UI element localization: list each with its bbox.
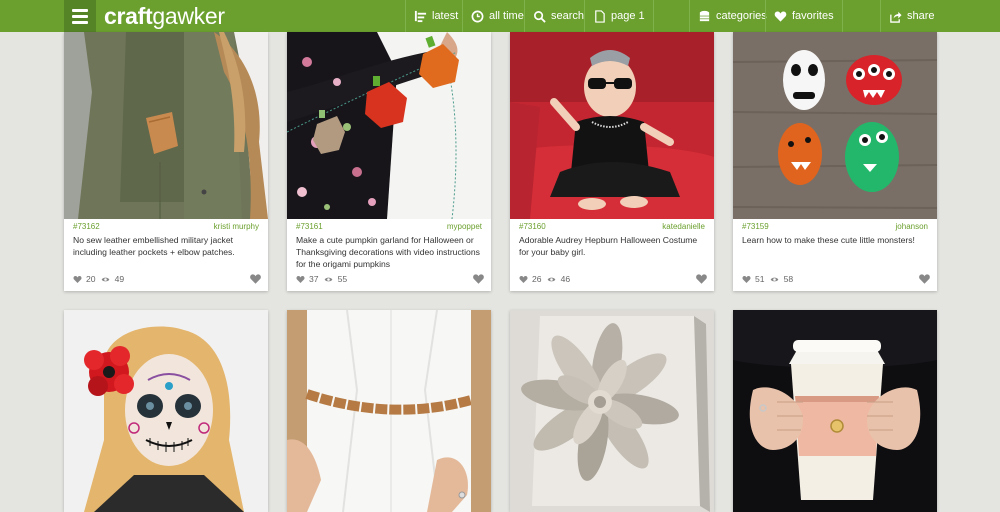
favorite-heart-icon[interactable] (472, 273, 485, 285)
likes-count: 26 (532, 274, 542, 284)
favorite-heart-icon[interactable] (918, 273, 931, 285)
post-card[interactable] (733, 310, 937, 512)
post-stats: 26 46 (519, 274, 570, 284)
eye-icon (547, 277, 555, 281)
database-icon (699, 10, 710, 21)
post-id[interactable]: #73159 (742, 222, 769, 231)
post-description[interactable]: Learn how to make these cute little mons… (742, 234, 928, 246)
post-card[interactable] (287, 310, 491, 512)
nav-favorites[interactable]: favorites (765, 0, 843, 32)
views-count: 46 (560, 274, 571, 284)
menu-icon[interactable] (64, 0, 96, 32)
post-card[interactable]: #73162 kristi murphy No sew leather embe… (64, 32, 268, 291)
nav-search[interactable]: search (524, 0, 592, 32)
clock-icon (471, 10, 484, 22)
eye-icon (770, 277, 778, 281)
post-thumbnail[interactable] (287, 310, 491, 512)
post-thumbnail[interactable] (64, 310, 268, 512)
eye-icon (324, 277, 332, 281)
post-thumbnail[interactable] (287, 32, 491, 219)
post-description[interactable]: Make a cute pumpkin garland for Hallowee… (296, 234, 482, 270)
favorite-heart-icon[interactable] (695, 273, 708, 285)
post-stats: 37 55 (296, 274, 347, 284)
post-meta: #73159 johanson (742, 222, 928, 231)
post-meta: #73162 kristi murphy (73, 222, 259, 231)
likes-count: 51 (755, 274, 765, 284)
post-id[interactable]: #73162 (73, 222, 100, 231)
likes-count: 37 (309, 274, 319, 284)
heart-icon (774, 10, 787, 22)
heart-icon (742, 275, 751, 283)
views-count: 49 (114, 274, 125, 284)
post-card[interactable] (64, 310, 268, 512)
post-description[interactable]: No sew leather embellished military jack… (73, 234, 259, 258)
post-id[interactable]: #73160 (519, 222, 546, 231)
post-thumbnail[interactable] (510, 32, 714, 219)
nav-share[interactable]: share (880, 0, 943, 32)
post-meta: #73161 mypoppet (296, 222, 482, 231)
heart-icon (296, 275, 305, 283)
nav-all-time[interactable]: all time (462, 0, 532, 32)
post-card[interactable] (510, 310, 714, 512)
post-stats: 51 58 (742, 274, 793, 284)
post-author[interactable]: kristi murphy (214, 222, 259, 231)
page-icon (595, 9, 605, 23)
views-count: 55 (337, 274, 348, 284)
heart-icon (73, 275, 82, 283)
post-stats: 20 49 (73, 274, 124, 284)
site-logo[interactable]: craftgawker (104, 2, 225, 30)
sort-icon (414, 10, 427, 22)
post-thumbnail[interactable] (64, 32, 268, 219)
post-thumbnail[interactable] (733, 32, 937, 219)
top-bar: craftgawker latest all time search page … (0, 0, 1000, 32)
favorite-heart-icon[interactable] (249, 273, 262, 285)
post-id[interactable]: #73161 (296, 222, 323, 231)
post-author[interactable]: katedanielle (662, 222, 705, 231)
views-count: 58 (783, 274, 794, 284)
share-icon (890, 11, 902, 23)
heart-icon (519, 275, 528, 283)
nav-categories[interactable]: categories (689, 0, 775, 32)
post-card[interactable]: #73160 katedanielle Adorable Audrey Hepb… (510, 32, 714, 291)
post-meta: #73160 katedanielle (519, 222, 705, 231)
eye-icon (101, 277, 109, 281)
post-card[interactable]: #73159 johanson Learn how to make these … (733, 32, 937, 291)
post-author[interactable]: mypoppet (447, 222, 482, 231)
nav-latest[interactable]: latest (405, 0, 466, 32)
post-thumbnail[interactable] (733, 310, 937, 512)
post-author[interactable]: johanson (896, 222, 928, 231)
post-description[interactable]: Adorable Audrey Hepburn Halloween Costum… (519, 234, 705, 258)
nav-page[interactable]: page 1 (584, 0, 654, 32)
likes-count: 20 (86, 274, 96, 284)
post-thumbnail[interactable] (510, 310, 714, 512)
post-card[interactable]: #73161 mypoppet Make a cute pumpkin garl… (287, 32, 491, 291)
search-icon (534, 10, 546, 23)
